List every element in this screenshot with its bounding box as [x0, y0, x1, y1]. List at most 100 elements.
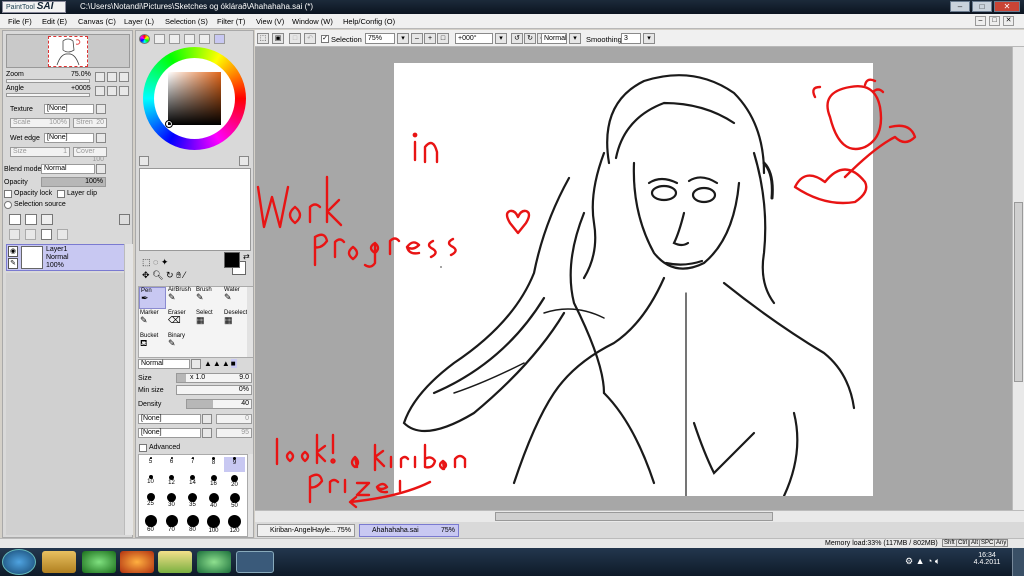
opacity-lock-checkbox[interactable] — [4, 190, 12, 198]
app2-taskbar-icon[interactable] — [197, 551, 231, 573]
marquee-icon[interactable]: ⬚ — [142, 257, 151, 267]
brush-size-preset[interactable]: 14 — [182, 475, 203, 490]
texture-select[interactable]: [None] — [44, 104, 94, 114]
start-button[interactable] — [2, 549, 36, 575]
tray-icons[interactable]: ⚙ ▲ ◔ 🔈︎ — [905, 556, 940, 567]
swap-colors-icon[interactable]: ⇄ — [243, 252, 250, 261]
brush-size-preset[interactable]: 80 — [182, 515, 203, 535]
rotation-dropdown-button[interactable]: ▾ — [495, 33, 507, 44]
stabilizer-mode-field[interactable]: Normal — [541, 33, 567, 44]
brush-size-preset-selected[interactable]: 9 — [224, 457, 245, 472]
brush-size-preset[interactable]: 10 — [140, 475, 161, 490]
brush-blend-dropdown-button[interactable] — [191, 359, 201, 369]
brush-shape-dropdown-button[interactable] — [202, 414, 212, 424]
brush-texture-dropdown-button[interactable] — [202, 428, 212, 438]
hand-icon[interactable]: ✋︎ — [176, 270, 181, 280]
tray-clock[interactable]: 16:34 4.4.2011 — [968, 552, 1006, 566]
min-size-slider[interactable]: 0% — [176, 385, 252, 395]
brush-size-preset[interactable]: 30 — [161, 493, 182, 511]
smoothing-dropdown-button[interactable]: ▾ — [643, 33, 655, 44]
layer-row[interactable]: ◉ ✎ Layer1 Normal 100% — [6, 244, 125, 271]
density-slider[interactable]: 40 — [186, 399, 252, 409]
delete-layer-icon[interactable] — [57, 229, 68, 240]
zoom-reset-button[interactable] — [119, 72, 129, 82]
move-icon[interactable]: ✥ — [142, 270, 150, 280]
eye-icon[interactable]: ◉ — [8, 246, 18, 257]
menu-edit[interactable]: Edit (E) — [42, 17, 67, 26]
tab-kiriban[interactable]: Kiriban-AngelHayle... 75% — [257, 524, 355, 537]
brush-size-slider[interactable]: x 1.0 9.0 — [176, 373, 252, 383]
eyedropper-icon[interactable]: ⁄ — [184, 270, 186, 280]
brush-size-preset[interactable]: 35 — [182, 493, 203, 511]
select-tool[interactable]: Select ▦ — [195, 310, 222, 332]
zoom-slider[interactable] — [6, 79, 90, 83]
toolbar-zoom-out-button[interactable]: – — [411, 33, 423, 44]
new-linework-layer-icon[interactable] — [25, 214, 37, 225]
clear-layer-icon[interactable] — [41, 229, 52, 240]
zoom-out-button[interactable] — [95, 72, 105, 82]
primary-color-swatch[interactable] — [224, 252, 240, 268]
hsv-slider-tab-icon[interactable] — [169, 34, 180, 44]
bucket-tool[interactable]: Bucket ⛾ — [139, 333, 166, 355]
layer-list-scrollbar[interactable] — [124, 244, 133, 535]
folder-taskbar-icon[interactable] — [158, 551, 192, 573]
minimize-button[interactable]: – — [950, 1, 970, 12]
undo-button[interactable]: ↶ — [304, 33, 316, 44]
deselect-tool[interactable]: Deselect ▦ — [223, 310, 250, 332]
brush-size-preset[interactable]: 40 — [203, 493, 224, 511]
toolbar-zoom-fit-button[interactable]: □ — [437, 33, 449, 44]
toolbar-zoom-in-button[interactable]: + — [424, 33, 436, 44]
brush-size-preset[interactable]: 8 — [203, 457, 224, 472]
pencil-lock-icon[interactable]: ✎ — [8, 258, 18, 269]
brush-size-preset[interactable]: 6 — [161, 457, 182, 472]
explorer-taskbar-icon[interactable] — [42, 551, 76, 573]
brush-size-preset[interactable]: 70 — [161, 515, 182, 535]
navigator-preview[interactable] — [6, 34, 130, 68]
menu-filter[interactable]: Filter (T) — [217, 17, 245, 26]
scratchpad-options-icon[interactable] — [239, 156, 249, 166]
water-tool[interactable]: Water ✎ — [223, 287, 250, 309]
vertical-scrollbar[interactable] — [1012, 47, 1024, 510]
color-picker-cursor[interactable] — [165, 120, 173, 128]
brush-size-preset[interactable]: 50 — [224, 493, 245, 511]
new-folder-icon[interactable] — [41, 214, 53, 225]
menu-file[interactable]: File (F) — [8, 17, 32, 26]
tool-grid-scrollbar[interactable] — [247, 287, 253, 357]
mdi-minimize-button[interactable]: – — [975, 16, 986, 26]
color-mixer-tab-icon[interactable] — [184, 34, 195, 44]
brush-size-preset[interactable]: 60 — [140, 515, 161, 535]
show-desktop-button[interactable] — [1012, 548, 1024, 576]
pen-tool[interactable]: Pen ✒ — [139, 287, 166, 309]
magic-wand-icon[interactable]: ✦ — [161, 257, 169, 267]
scratchpad-clear-icon[interactable] — [139, 156, 149, 166]
rotate-icon[interactable]: ↻ — [166, 270, 174, 280]
show-selection-button[interactable]: □ — [289, 33, 301, 44]
zoom-level-field[interactable]: 75% — [365, 33, 395, 44]
selection-checkbox[interactable]: ✓ — [321, 35, 329, 43]
opacity-slider[interactable]: 100% — [41, 177, 106, 187]
rotate-reset-button[interactable] — [119, 86, 129, 96]
menu-view[interactable]: View (V) — [256, 17, 284, 26]
wet-edge-select[interactable]: [None] — [44, 133, 94, 143]
brush-size-preset[interactable]: 16 — [203, 475, 224, 490]
zoom-in-button[interactable] — [107, 72, 117, 82]
stabilizer-mode-dropdown-button[interactable]: ▾ — [569, 33, 581, 44]
zoom-icon[interactable]: 🔍︎ — [152, 270, 163, 280]
brush-blend-select[interactable]: Normal — [138, 359, 190, 369]
vertical-scroll-thumb[interactable] — [1014, 202, 1023, 382]
scratchpad-tab-icon[interactable] — [214, 34, 225, 44]
brush-size-preset[interactable]: 12 — [161, 475, 182, 490]
deselect-button[interactable]: ⬚ — [257, 33, 269, 44]
rotation-field[interactable]: +000° — [455, 33, 493, 44]
wet-edge-dropdown-button[interactable] — [96, 133, 106, 143]
firefox-taskbar-icon[interactable] — [120, 551, 154, 573]
rotate-right-button[interactable] — [107, 86, 117, 96]
brush-size-preset[interactable]: 100 — [203, 515, 224, 535]
lasso-icon[interactable]: ◌ — [153, 257, 158, 267]
app-taskbar-icon[interactable] — [82, 551, 116, 573]
horizontal-scroll-thumb[interactable] — [495, 512, 773, 521]
color-wheel[interactable] — [143, 47, 246, 150]
swatches-tab-icon[interactable] — [199, 34, 210, 44]
tab-ahahahaha[interactable]: Ahahahaha.sai 75% — [359, 524, 459, 537]
sai-taskbar-icon[interactable] — [236, 551, 274, 573]
